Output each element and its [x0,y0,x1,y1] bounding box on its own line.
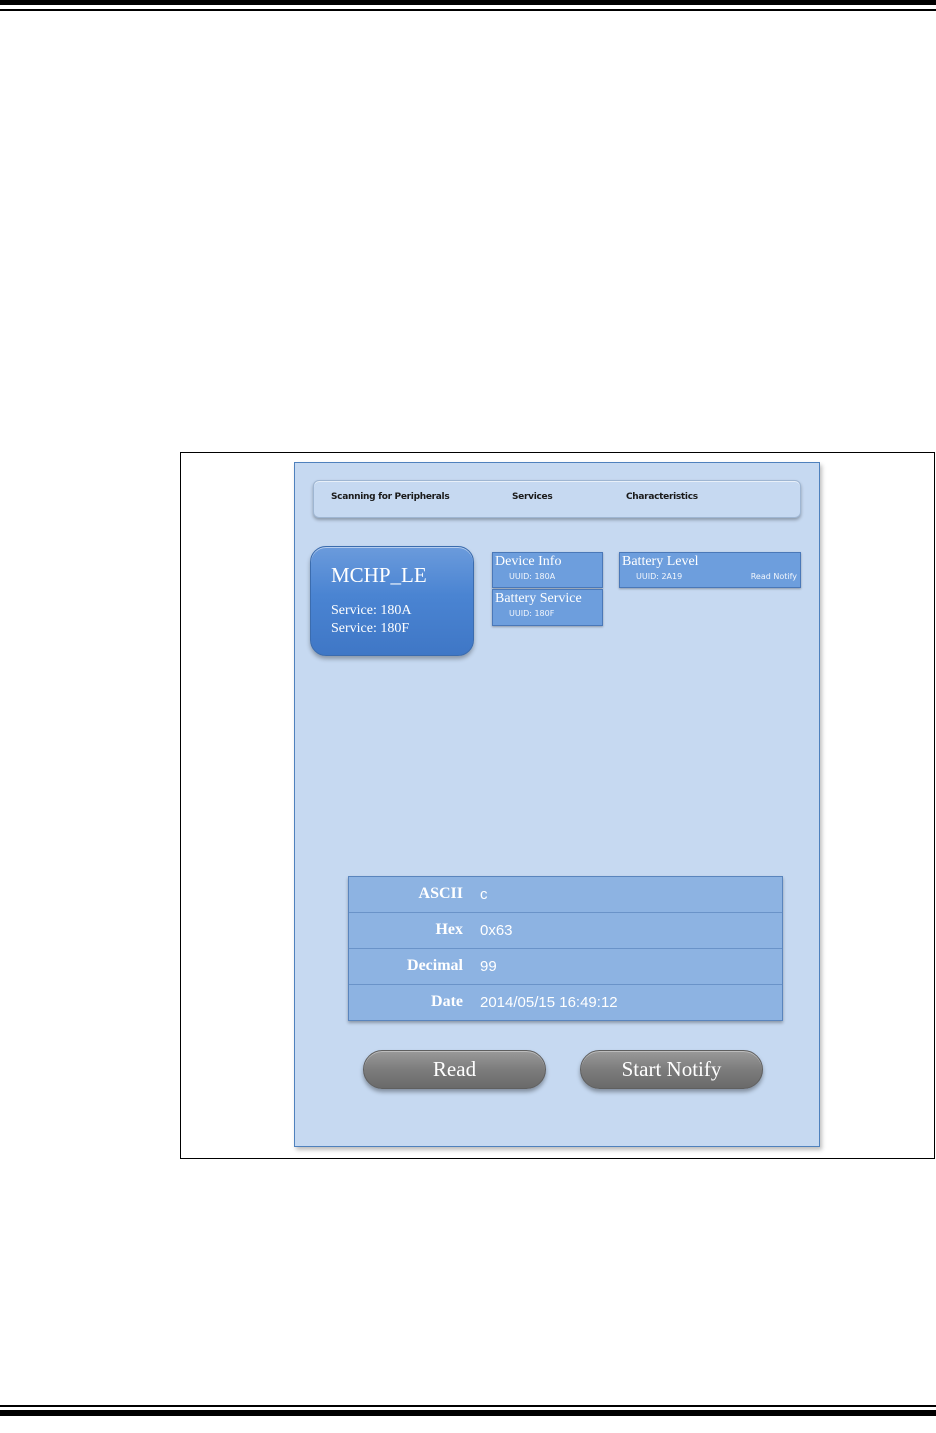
value-text: 99 [480,958,497,975]
device-name: MCHP_LE [331,563,427,587]
device-service-180a: Service: 180A [331,603,412,618]
service-title: Battery Service [495,591,582,606]
bottom-rule-thick [0,1410,936,1416]
service-title: Device Info [495,554,562,569]
value-row-decimal: Decimal 99 [349,949,782,985]
characteristic-properties: Read Notify [750,572,797,581]
device-service-180f: Service: 180F [331,621,410,636]
characteristic-title: Battery Level [622,554,699,569]
value-label: Hex [435,921,463,938]
top-rule-thick [0,0,936,5]
characteristic-uuid: UUID: 2A19 [636,572,683,581]
service-uuid: UUID: 180F [509,609,555,618]
bottom-rule-thin [0,1405,936,1407]
characteristic-battery-level[interactable]: Battery Level UUID: 2A19 Read Notify [619,552,801,588]
value-label: Decimal [407,957,463,974]
nav-characteristics[interactable]: Characteristics [626,492,698,502]
top-rule-thin [0,9,936,11]
start-notify-button[interactable]: Start Notify [580,1050,763,1089]
value-row-hex: Hex 0x63 [349,913,782,949]
nav-services[interactable]: Services [512,492,553,502]
value-row-date: Date 2014/05/15 16:49:12 [349,985,782,1021]
value-table: ASCII c Hex 0x63 Decimal 99 Date 2014/05… [348,876,783,1021]
nav-bar: Scanning for Peripherals Services Charac… [313,480,801,518]
service-battery-service[interactable]: Battery Service UUID: 180F [492,589,603,626]
value-label: Date [431,993,463,1010]
value-text: c [480,886,488,903]
read-button[interactable]: Read [363,1050,546,1089]
value-text: 0x63 [480,922,513,939]
device-card-mchp-le[interactable]: MCHP_LE Service: 180A Service: 180F [310,546,474,656]
value-text: 2014/05/15 16:49:12 [480,994,618,1011]
value-label: ASCII [418,885,463,902]
service-uuid: UUID: 180A [509,572,556,581]
value-row-ascii: ASCII c [349,877,782,913]
service-device-info[interactable]: Device Info UUID: 180A [492,552,603,588]
nav-scanning-for-peripherals[interactable]: Scanning for Peripherals [331,492,450,502]
